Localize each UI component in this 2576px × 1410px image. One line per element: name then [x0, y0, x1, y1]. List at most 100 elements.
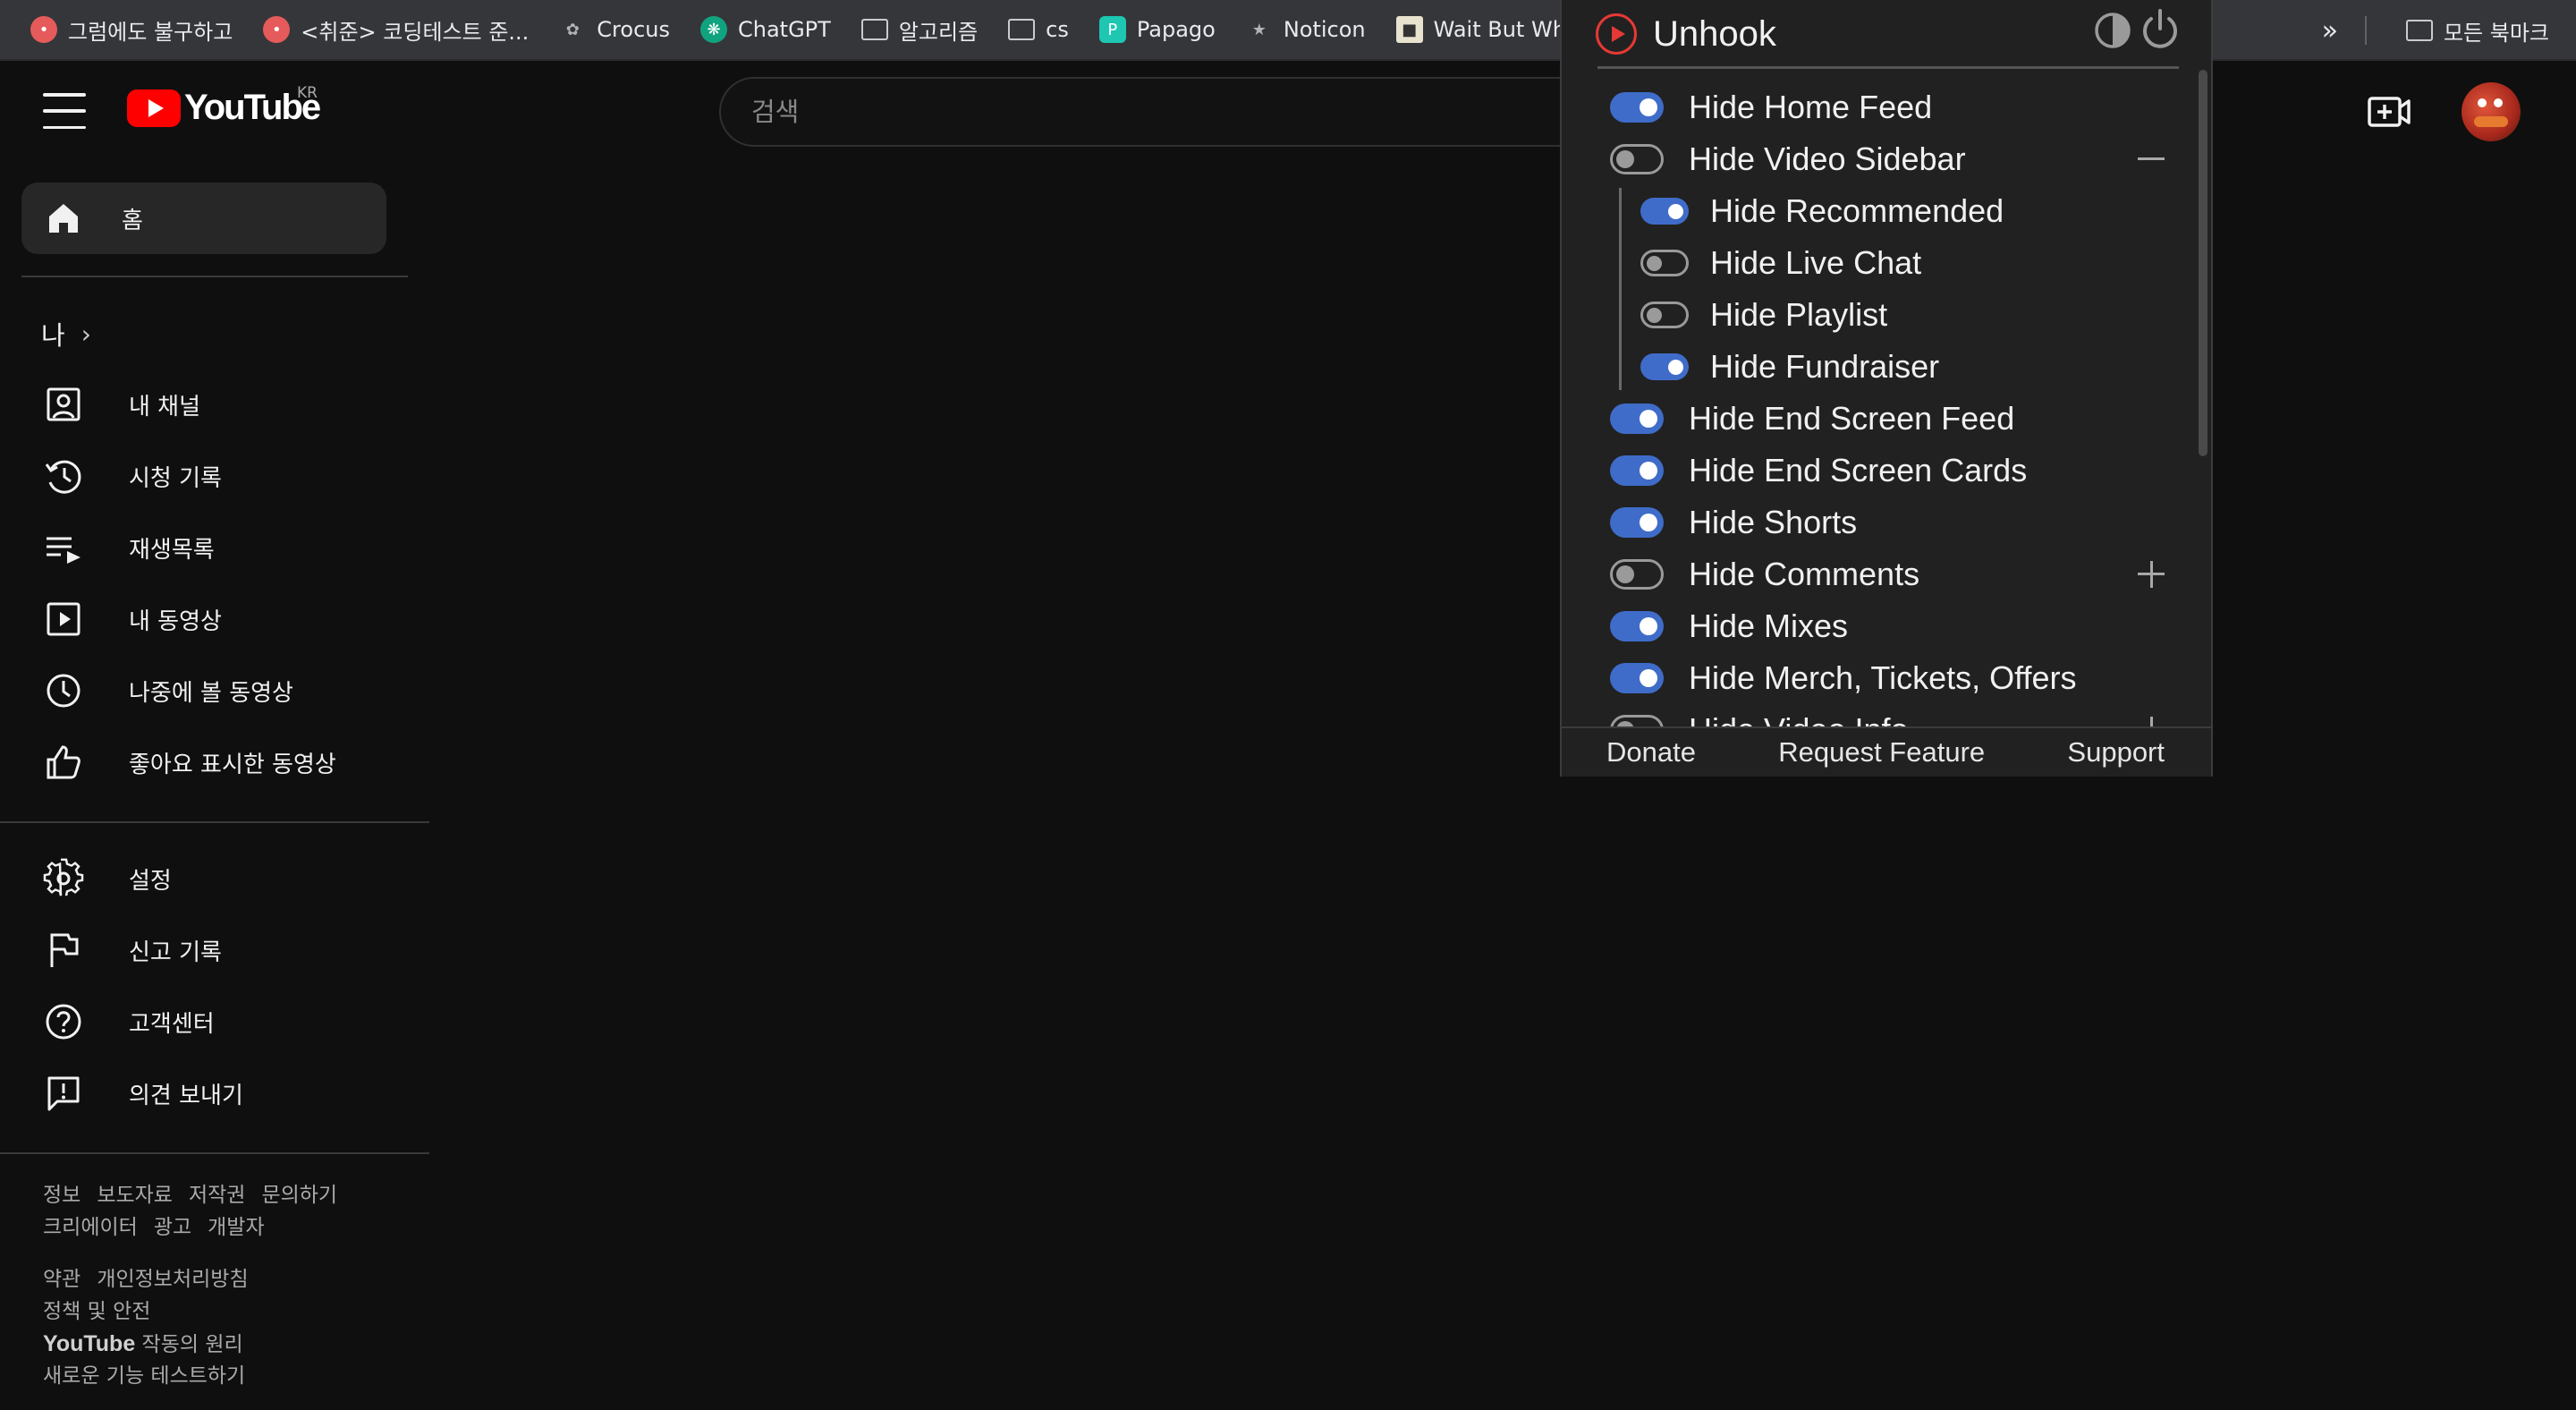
menu-icon[interactable] [43, 93, 86, 129]
create-video-icon[interactable] [2367, 93, 2411, 131]
playlist-icon [47, 537, 80, 564]
option-hide-video-sidebar[interactable]: Hide Video Sidebar [1610, 134, 1966, 184]
bookmark-folder[interactable]: cs [996, 8, 1081, 51]
sidebar: 홈 나 › 내 채널 시청 기록 재생목록 내 동영상 나중에 볼 동영상 좋아… [0, 161, 429, 1410]
footer-link[interactable]: 정책 및 안전 [43, 1295, 150, 1328]
footer-link[interactable]: 문의하기 [261, 1184, 337, 1207]
footer-link[interactable]: 정보 [43, 1184, 80, 1207]
search-input[interactable] [751, 97, 1612, 127]
toggle-switch[interactable] [1610, 144, 1664, 174]
sidebar-item-liked-videos[interactable]: 좋아요 표시한 동영상 [43, 735, 336, 789]
option-hide-fundraiser[interactable]: Hide Fundraiser [1640, 342, 1939, 392]
option-hide-home-feed[interactable]: Hide Home Feed [1610, 82, 1932, 132]
option-hide-end-screen-feed[interactable]: Hide End Screen Feed [1610, 394, 2014, 444]
collapse-minus-icon[interactable] [2136, 144, 2166, 174]
option-label: Hide Playlist [1710, 296, 1888, 333]
toggle-switch[interactable] [1610, 611, 1664, 641]
sidebar-item-my-channel[interactable]: 내 채널 [43, 378, 200, 431]
toggle-switch[interactable] [1640, 302, 1689, 328]
option-hide-end-screen-cards[interactable]: Hide End Screen Cards [1610, 446, 2027, 496]
toggle-switch[interactable] [1610, 92, 1664, 123]
red-circle-icon: • [263, 16, 291, 43]
bookmark-item[interactable]: ❋ ChatGPT [688, 8, 843, 51]
sidebar-item-label: 내 동영상 [129, 607, 222, 635]
toggle-switch[interactable] [1610, 715, 1664, 726]
toggle-switch[interactable] [1610, 559, 1664, 590]
bookmark-item[interactable]: P Papago [1087, 8, 1228, 51]
power-icon[interactable] [2138, 7, 2182, 52]
sidebar-item-history[interactable]: 시청 기록 [43, 449, 222, 503]
expand-plus-icon[interactable] [2136, 559, 2166, 590]
option-hide-playlist[interactable]: Hide Playlist [1640, 290, 1887, 340]
bookmark-item[interactable]: • <취준> 코딩테스트 준... [250, 8, 541, 51]
expand-plus-icon[interactable] [2136, 715, 2166, 726]
popup-scrollbar[interactable] [2199, 70, 2207, 456]
option-label: Hide Fundraiser [1710, 348, 1940, 385]
footer-link[interactable]: 개인정보처리방침 [97, 1268, 248, 1291]
sidebar-item-help[interactable]: 고객센터 [43, 995, 215, 1049]
toggle-switch[interactable] [1640, 198, 1689, 225]
footer-link[interactable]: 저작권 [189, 1184, 245, 1207]
red-circle-icon: • [30, 16, 57, 43]
footer-link[interactable]: 약관 [43, 1268, 80, 1291]
sidebar-item-my-videos[interactable]: 내 동영상 [43, 592, 222, 646]
sidebar-item-label: 시청 기록 [129, 464, 222, 492]
sidebar-item-watch-later[interactable]: 나중에 볼 동영상 [43, 664, 293, 718]
bookmark-item[interactable]: ✿ Crocus [547, 8, 682, 51]
sidebar-footer-links: 정보 보도자료 저작권 문의하기 [43, 1179, 353, 1211]
youtube-logo[interactable]: YouTube [127, 88, 321, 128]
noticon-icon: ★ [1251, 20, 1267, 39]
sidebar-item-report-history[interactable]: 신고 기록 [43, 923, 222, 977]
bookmark-item[interactable]: • 그럼에도 불구하고 [18, 8, 245, 51]
bookmark-label: Wait But Why [1433, 17, 1580, 42]
option-hide-comments[interactable]: Hide Comments [1610, 549, 1919, 599]
footer-link[interactable]: 보도자료 [97, 1184, 173, 1207]
option-hide-merch[interactable]: Hide Merch, Tickets, Offers [1610, 653, 2076, 703]
toggle-switch[interactable] [1610, 403, 1664, 434]
option-hide-recommended[interactable]: Hide Recommended [1640, 186, 2004, 236]
sidebar-item-playlists[interactable]: 재생목록 [43, 521, 215, 574]
support-link[interactable]: Support [2067, 736, 2165, 769]
toggle-switch[interactable] [1640, 250, 1689, 276]
sidebar-item-settings[interactable]: 설정 [43, 852, 172, 905]
option-label: Hide Shorts [1689, 504, 1858, 540]
unhook-title: Unhook [1653, 13, 1776, 54]
sidebar-divider [0, 1152, 429, 1154]
footer-link-text: 작동의 원리 [135, 1333, 243, 1356]
sidebar-item-label: 나중에 볼 동영상 [129, 679, 293, 707]
feedback-icon [47, 1076, 80, 1111]
toggle-switch[interactable] [1610, 455, 1664, 486]
option-hide-shorts[interactable]: Hide Shorts [1610, 497, 1857, 548]
chevron-double-right-icon[interactable]: » [2322, 15, 2338, 47]
footer-link[interactable]: 새로운 기능 테스트하기 [43, 1360, 245, 1392]
option-label: Hide End Screen Feed [1689, 400, 2015, 437]
request-feature-link[interactable]: Request Feature [1778, 736, 1985, 769]
play-box-icon [47, 602, 80, 636]
sidebar-item-feedback[interactable]: 의견 보내기 [43, 1066, 243, 1120]
waitbutwhy-icon: ■ [1395, 16, 1423, 43]
sub-options-indent-line [1619, 188, 1622, 390]
footer-link[interactable]: 크리에이터 [43, 1216, 138, 1239]
donate-link[interactable]: Donate [1606, 736, 1696, 769]
all-bookmarks-folder[interactable]: 모든 북마크 [2394, 9, 2549, 52]
theme-toggle-icon[interactable] [2093, 11, 2132, 50]
sidebar-footer-links: 크리에이터 광고 개발자 [43, 1211, 281, 1244]
option-label: Hide Video Info [1689, 711, 1909, 726]
bookmark-label: 그럼에도 불구하고 [68, 19, 233, 45]
option-hide-live-chat[interactable]: Hide Live Chat [1640, 238, 1921, 288]
option-hide-mixes[interactable]: Hide Mixes [1610, 601, 1848, 651]
bookmark-item[interactable]: ★ Noticon [1233, 8, 1378, 51]
sidebar-you-header[interactable]: 나 › [41, 315, 91, 352]
option-hide-video-info[interactable]: Hide Video Info [1610, 705, 1909, 726]
option-label: Hide Home Feed [1689, 89, 1933, 125]
footer-link[interactable]: 개발자 [208, 1216, 264, 1239]
footer-link[interactable]: 광고 [154, 1216, 191, 1239]
bookmarks-right: » 모든 북마크 [2322, 0, 2549, 61]
footer-how-youtube-works[interactable]: YouTube 작동의 원리 [43, 1328, 243, 1361]
toggle-switch[interactable] [1610, 663, 1664, 693]
toggle-switch[interactable] [1640, 353, 1689, 380]
avatar[interactable] [2462, 82, 2521, 141]
toggle-switch[interactable] [1610, 507, 1664, 538]
bookmark-folder[interactable]: 알고리즘 [849, 8, 990, 51]
sidebar-item-home[interactable]: 홈 [21, 183, 386, 254]
